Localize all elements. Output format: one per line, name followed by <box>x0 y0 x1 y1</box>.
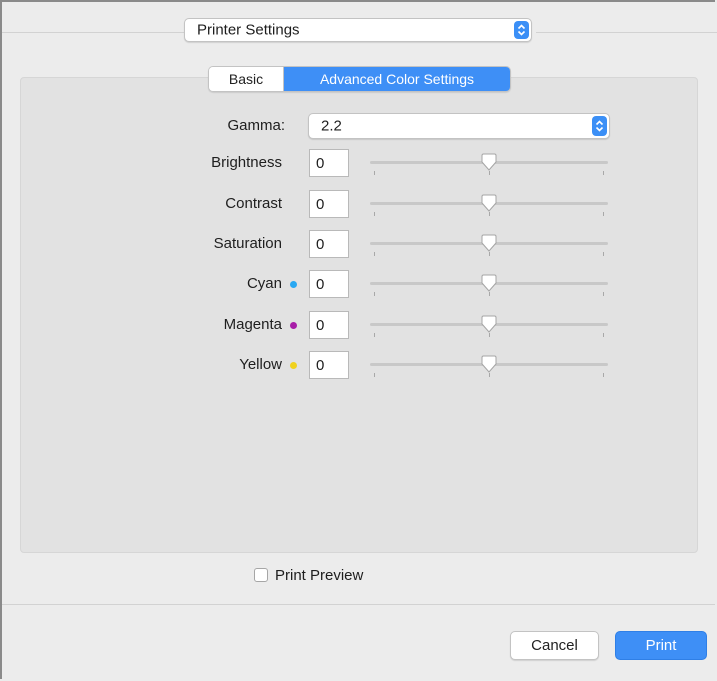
magenta-dot-icon <box>290 322 297 329</box>
cyan-label: Cyan <box>246 275 282 292</box>
tab-basic[interactable]: Basic <box>209 67 284 91</box>
footer-separator <box>2 604 715 605</box>
saturation-label: Saturation <box>213 235 282 252</box>
popup-stepper-icon <box>514 21 529 39</box>
cancel-button[interactable]: Cancel <box>510 631 599 660</box>
brightness-slider-thumb[interactable] <box>480 153 498 171</box>
yellow-value-field[interactable]: 0 <box>309 351 349 379</box>
separator-right <box>536 32 717 33</box>
brightness-label: Brightness <box>211 154 282 171</box>
printer-settings-popup[interactable]: Printer Settings <box>184 18 532 42</box>
gamma-stepper-icon <box>592 116 607 136</box>
separator-left <box>2 32 186 33</box>
tab-advanced-color-settings[interactable]: Advanced Color Settings <box>284 67 510 91</box>
yellow-slider-thumb[interactable] <box>480 355 498 373</box>
contrast-slider-thumb[interactable] <box>480 194 498 212</box>
yellow-label: Yellow <box>239 356 282 373</box>
gamma-value: 2.2 <box>321 117 342 135</box>
settings-panel <box>20 77 698 553</box>
cyan-dot-icon <box>290 281 297 288</box>
cyan-value-field[interactable]: 0 <box>309 270 349 298</box>
gamma-popup[interactable]: 2.2 <box>308 113 610 139</box>
magenta-slider-thumb[interactable] <box>480 315 498 333</box>
tab-bar: Basic Advanced Color Settings <box>208 66 511 92</box>
cyan-slider-thumb[interactable] <box>480 274 498 292</box>
contrast-value-field[interactable]: 0 <box>309 190 349 218</box>
saturation-slider-thumb[interactable] <box>480 234 498 252</box>
contrast-label: Contrast <box>225 195 282 212</box>
print-preview-label: Print Preview <box>275 567 364 584</box>
printer-settings-popup-label: Printer Settings <box>197 21 300 39</box>
print-button[interactable]: Print <box>615 631 707 660</box>
magenta-value-field[interactable]: 0 <box>309 311 349 339</box>
gamma-label: Gamma: <box>227 117 285 134</box>
brightness-value-field[interactable]: 0 <box>309 149 349 177</box>
print-preview-checkbox[interactable] <box>254 568 268 582</box>
saturation-value-field[interactable]: 0 <box>309 230 349 258</box>
yellow-dot-icon <box>290 362 297 369</box>
magenta-label: Magenta <box>223 316 282 333</box>
